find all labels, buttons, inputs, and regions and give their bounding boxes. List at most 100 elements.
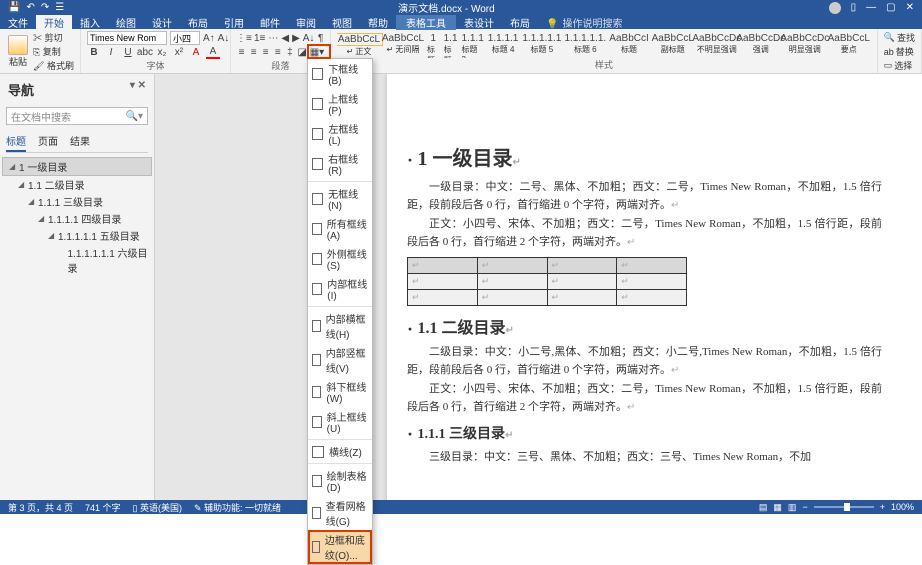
style-item[interactable]: 1.1.1.1.1标题 5 xyxy=(522,33,561,56)
shrink-font-icon[interactable]: A↓ xyxy=(218,31,230,45)
style-item[interactable]: AaBbCcI标题 xyxy=(609,33,648,56)
paste-button[interactable]: 粘贴 xyxy=(6,33,30,70)
style-item[interactable]: 1.1.1.1.1.标题 6 xyxy=(565,33,605,56)
zoom-level[interactable]: 100% xyxy=(891,502,914,512)
status-words[interactable]: 741 个字 xyxy=(85,501,121,514)
decrease-indent-button[interactable]: ◀ xyxy=(281,31,289,45)
sort-button[interactable]: A↓ xyxy=(303,31,315,45)
zoom-out-icon[interactable]: − xyxy=(802,502,807,512)
border-menu-item[interactable]: 边框和底纹(O)... xyxy=(308,530,372,564)
body-paragraph[interactable]: 二级目录：中文：小二号,黑体、不加粗；西文：小二号,Times New Roma… xyxy=(407,344,882,379)
heading-2[interactable]: 1.1 二级目录 xyxy=(407,314,882,340)
numbering-button[interactable]: 1≡ xyxy=(254,31,265,45)
border-menu-item[interactable]: 左框线(L) xyxy=(308,119,372,149)
nav-tree-node[interactable]: ◢1.1 二级目录 xyxy=(2,176,152,193)
border-menu-item[interactable]: 内部横框线(H) xyxy=(308,309,372,343)
nav-tab-results[interactable]: 结果 xyxy=(70,131,90,152)
nav-tab-headings[interactable]: 标题 xyxy=(6,131,26,152)
border-menu-item[interactable]: 绘制表格(D) xyxy=(308,466,372,496)
autosave-icon[interactable]: 💾 xyxy=(8,2,20,13)
nav-tree-node[interactable]: ◢1 一级目录 xyxy=(2,157,152,176)
style-item[interactable]: AaBbCcL↵ 无间隔 xyxy=(383,33,423,56)
style-item[interactable]: AaBbCcDc明显强调 xyxy=(785,33,825,56)
find-button[interactable]: 🔍 查找 xyxy=(884,31,915,44)
style-item[interactable]: AaBbCcL↵ 正文 xyxy=(339,33,379,56)
shading-button[interactable]: ◪ xyxy=(298,45,307,59)
zoom-slider[interactable] xyxy=(814,506,874,508)
bullets-button[interactable]: ⋮≡ xyxy=(237,31,251,45)
tab-insert[interactable]: 插入 xyxy=(72,15,108,30)
document-table[interactable]: ↵↵↵↵ ↵↵↵↵ ↵↵↵↵ xyxy=(407,257,687,306)
style-gallery[interactable]: AaBbCcL↵ 正文AaBbCcL↵ 无间隔 1标题 1 1.1标题 2 1.1.1… xyxy=(337,31,871,58)
tab-view[interactable]: 视图 xyxy=(324,15,360,30)
heading-3[interactable]: 1.1.1 三级目录 xyxy=(407,423,882,445)
status-lang[interactable]: ▯ 英语(美国) xyxy=(133,501,182,514)
tab-draw[interactable]: 绘图 xyxy=(108,15,144,30)
show-marks-button[interactable]: ¶ xyxy=(317,31,324,45)
subscript-button[interactable]: x₂ xyxy=(155,45,169,59)
copy-button[interactable]: ⎘ 复制 xyxy=(33,45,74,58)
format-painter-button[interactable]: 🖌 格式刷 xyxy=(33,59,74,72)
align-center-button[interactable]: ≡ xyxy=(249,45,258,59)
zoom-in-icon[interactable]: + xyxy=(880,502,885,512)
border-menu-item[interactable]: 查看网格线(G) xyxy=(308,496,372,530)
nav-close-icon[interactable]: ▾ ✕ xyxy=(130,80,146,99)
border-menu-item[interactable]: 斜下框线(W) xyxy=(308,377,372,407)
border-menu-item[interactable]: 上框线(P) xyxy=(308,89,372,119)
superscript-button[interactable]: x² xyxy=(172,45,186,59)
bold-button[interactable]: B xyxy=(87,45,101,59)
search-icon[interactable]: 🔍▾ xyxy=(126,111,143,122)
tab-layout[interactable]: 布局 xyxy=(180,15,216,30)
heading-1[interactable]: 1 一级目录 xyxy=(407,142,882,171)
body-paragraph[interactable]: 一级目录：中文：二号、黑体、不加粗；西文：二号，Times New Roman，… xyxy=(407,179,882,214)
italic-button[interactable]: I xyxy=(104,45,118,59)
borders-split-highlight[interactable] xyxy=(307,44,331,59)
tab-references[interactable]: 引用 xyxy=(216,15,252,30)
tab-help[interactable]: 帮助 xyxy=(360,15,396,30)
nav-tab-pages[interactable]: 页面 xyxy=(38,131,58,152)
ribbon-options-icon[interactable]: ▯ xyxy=(851,2,857,14)
line-spacing-button[interactable]: ‡ xyxy=(285,45,294,59)
tab-design[interactable]: 设计 xyxy=(144,15,180,30)
tab-review[interactable]: 审阅 xyxy=(288,15,324,30)
border-menu-item[interactable]: 内部框线(I) xyxy=(308,274,372,304)
minimize-icon[interactable]: — xyxy=(866,2,876,14)
style-item[interactable]: 1.1.1标题 3 xyxy=(462,33,484,56)
status-a11y[interactable]: ✎ 辅助功能: 一切就绪 xyxy=(194,501,281,514)
style-item[interactable]: 1标题 1 xyxy=(427,33,440,56)
style-item[interactable]: AaBbCcDc不明显强调 xyxy=(697,33,737,56)
nav-tree-node[interactable]: ◢1.1.1 三级目录 xyxy=(2,193,152,210)
border-menu-item[interactable]: 内部竖框线(V) xyxy=(308,343,372,377)
body-paragraph[interactable]: 三级目录：中文：三号、黑体、不加粗；西文：三号、Times New Roman，… xyxy=(407,449,882,467)
style-item[interactable]: AaBbCcDc强调 xyxy=(741,33,781,56)
nav-tree-node[interactable]: 1.1.1.1.1.1 六级目录 xyxy=(2,244,152,276)
status-page[interactable]: 第 3 页，共 4 页 xyxy=(8,501,73,514)
tab-mailings[interactable]: 邮件 xyxy=(252,15,288,30)
style-item[interactable]: AaBbCcL副标题 xyxy=(653,33,693,56)
increase-indent-button[interactable]: ▶ xyxy=(292,31,300,45)
tab-table-layout[interactable]: 布局 xyxy=(502,15,538,30)
font-color-button[interactable]: A xyxy=(206,45,220,59)
style-item[interactable]: AaBbCcL要点 xyxy=(829,33,869,56)
view-read-icon[interactable]: ▤ xyxy=(759,502,768,513)
border-menu-item[interactable]: 所有框线(A) xyxy=(308,214,372,244)
close-icon[interactable]: ✕ xyxy=(906,2,914,14)
highlight-button[interactable]: A xyxy=(189,45,203,59)
border-menu-item[interactable]: 斜上框线(U) xyxy=(308,407,372,437)
tell-me[interactable]: 💡操作说明搜索 xyxy=(546,15,622,30)
nav-search-input[interactable]: 在文档中搜索 🔍▾ xyxy=(6,107,148,125)
tab-table-design[interactable]: 表设计 xyxy=(456,15,502,30)
align-right-button[interactable]: ≡ xyxy=(261,45,270,59)
grow-font-icon[interactable]: A↑ xyxy=(203,31,215,45)
style-item[interactable]: 1.1标题 2 xyxy=(444,33,458,56)
justify-button[interactable]: ≡ xyxy=(273,45,282,59)
cut-button[interactable]: ✂ 剪切 xyxy=(33,31,74,44)
strike-button[interactable]: abc xyxy=(138,45,152,59)
font-name-select[interactable] xyxy=(87,31,167,45)
undo-icon[interactable]: ↶ xyxy=(26,2,34,13)
body-paragraph[interactable]: 正文：小四号、宋体、不加粗；西文：二号，Times New Roman，不加粗，… xyxy=(407,381,882,416)
maximize-icon[interactable]: ▢ xyxy=(886,2,895,14)
qat-more-icon[interactable]: ☰ xyxy=(55,2,64,13)
border-menu-item[interactable]: 右框线(R) xyxy=(308,149,372,179)
body-paragraph[interactable]: 正文：小四号、宋体、不加粗；西文：二号，Times New Roman，不加粗，… xyxy=(407,216,882,251)
